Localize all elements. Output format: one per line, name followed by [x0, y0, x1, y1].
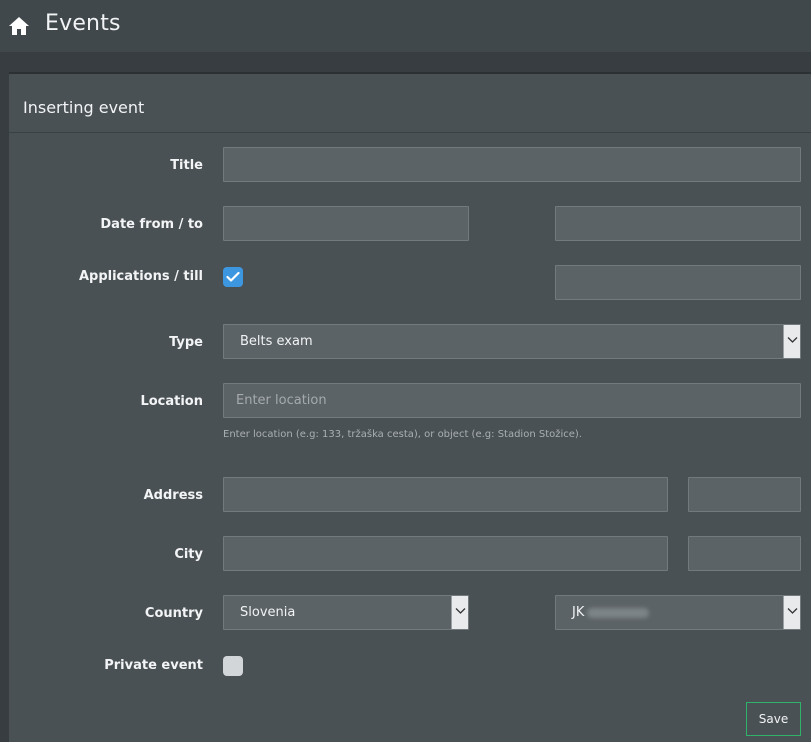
applications-till-input[interactable]: [555, 265, 801, 300]
applications-checkbox[interactable]: [223, 267, 243, 287]
city-postal-input[interactable]: [688, 536, 801, 571]
event-form-panel: Inserting event Title Date from / to App…: [9, 72, 811, 742]
club-prefix: JK: [572, 605, 585, 620]
title-label: Title: [170, 158, 203, 173]
location-input[interactable]: [223, 383, 801, 418]
top-bar: Events: [0, 0, 811, 52]
address-number-input[interactable]: [688, 477, 801, 512]
address-label: Address: [143, 488, 203, 503]
save-button[interactable]: Save: [746, 702, 801, 736]
country-label: Country: [144, 606, 203, 621]
type-select-value: Belts exam: [240, 334, 313, 349]
type-select[interactable]: Belts exam: [223, 324, 801, 359]
club-select-value: JK: [572, 605, 650, 620]
chevron-down-icon[interactable]: [783, 325, 800, 358]
country-select-value: Slovenia: [240, 605, 296, 620]
home-icon[interactable]: [8, 15, 30, 37]
location-label: Location: [140, 394, 203, 409]
type-label: Type: [169, 335, 203, 350]
country-select[interactable]: Slovenia: [223, 595, 469, 630]
address-street-input[interactable]: [223, 477, 668, 512]
page-title: Events: [45, 11, 121, 36]
location-help-text: Enter location (e.g: 133, tržaška cesta)…: [223, 429, 582, 440]
panel-title: Inserting event: [23, 98, 145, 117]
check-icon: [226, 271, 240, 282]
date-label: Date from / to: [100, 217, 203, 232]
redacted-club-name: [587, 607, 650, 618]
chevron-down-icon[interactable]: [451, 596, 468, 629]
date-to-input[interactable]: [555, 206, 801, 241]
city-name-input[interactable]: [223, 536, 668, 571]
panel-header: Inserting event: [9, 74, 811, 133]
private-event-label: Private event: [104, 658, 203, 673]
city-label: City: [174, 547, 203, 562]
private-event-checkbox[interactable]: [223, 656, 243, 676]
date-from-input[interactable]: [223, 206, 469, 241]
chevron-down-icon[interactable]: [783, 596, 800, 629]
title-input[interactable]: [223, 147, 801, 182]
applications-label: Applications / till: [78, 269, 203, 284]
club-select[interactable]: JK: [555, 595, 801, 630]
